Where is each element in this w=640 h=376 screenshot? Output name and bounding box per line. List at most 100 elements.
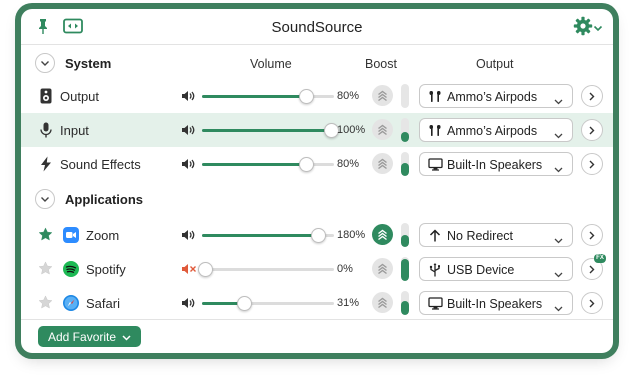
level-meter-fill [401,259,409,281]
output-device-select[interactable]: Built-In Speakers [419,152,573,176]
column-header-output: Output [476,57,514,71]
boost-toggle[interactable] [372,258,393,279]
effects-button[interactable] [581,224,603,246]
effects-button[interactable] [581,153,603,175]
add-favorite-label: Add Favorite [48,329,117,344]
level-meter-fill [401,132,409,142]
volume-speaker-icon[interactable] [181,90,197,105]
zoom-app-icon [63,227,79,243]
unfavorite-star-icon[interactable] [38,295,53,313]
output-device-label: Ammo’s Airpods [447,124,538,138]
volume-slider-knob[interactable] [311,228,327,243]
collapse-system-button[interactable] [35,53,55,73]
level-meter-fill [401,300,409,315]
level-meter-fill [401,162,409,176]
collapse-applications-button[interactable] [35,189,55,209]
airpods-icon [428,124,442,140]
volume-slider-knob[interactable] [198,262,213,277]
row-spotify[interactable]: Spotify 0% USB Device FX [21,252,613,286]
volume-percent: 0% [337,263,353,275]
column-header-boost: Boost [365,57,397,71]
output-device-select[interactable]: No Redirect [419,223,573,247]
settings-menu[interactable] [573,16,603,39]
lightning-icon [38,156,54,175]
level-meter-fill [401,235,409,247]
chevron-down-icon [554,161,563,176]
chevron-down-icon [593,20,603,35]
row-label: Input [60,123,89,138]
level-meter [401,257,409,281]
level-meter [401,118,409,142]
output-device-label: Built-In Speakers [447,297,543,311]
system-section-header: System Volume Boost Output [21,50,613,76]
volume-slider-knob[interactable] [298,89,314,104]
chevron-down-icon [122,330,131,344]
effects-button[interactable] [581,119,603,141]
level-meter [401,223,409,247]
chevron-down-icon [554,93,563,108]
volume-percent: 80% [337,90,360,102]
footer: Add Favorite [21,319,613,353]
gear-icon [573,16,593,39]
output-device-select[interactable]: Built-In Speakers [419,291,573,315]
boost-toggle[interactable] [372,292,393,313]
volume-speaker-icon[interactable] [181,158,197,173]
volume-speaker-icon[interactable] [181,297,197,312]
section-title-system: System [65,56,112,71]
arrow-up-icon [428,229,442,245]
fx-badge: FX [594,254,606,263]
speaker-icon [38,88,54,107]
usb-icon [428,263,442,280]
airpods-icon [428,90,442,106]
row-output[interactable]: Output 80% Ammo’s Airpods [21,79,613,113]
volume-slider[interactable] [202,89,334,104]
volume-speaker-icon[interactable] [181,229,197,244]
volume-slider[interactable] [202,296,334,311]
volume-slider[interactable] [202,123,339,138]
boost-toggle[interactable] [372,119,393,140]
volume-slider-fill [202,234,316,237]
soundsource-window: SoundSource System Volume Boost Output O… [21,9,613,353]
level-meter [401,291,409,315]
favorite-star-icon[interactable] [38,227,53,245]
unfavorite-star-icon[interactable] [38,261,53,279]
output-device-label: Ammo’s Airpods [447,90,538,104]
output-device-select[interactable]: Ammo’s Airpods [419,84,573,108]
add-favorite-button[interactable]: Add Favorite [38,326,142,347]
volume-slider-knob[interactable] [237,296,253,311]
effects-button[interactable] [581,292,603,314]
boost-toggle[interactable] [372,224,393,245]
boost-toggle[interactable] [372,153,393,174]
output-device-label: Built-In Speakers [447,158,543,172]
volume-percent: 80% [337,158,360,170]
title-bar: SoundSource [21,9,613,45]
volume-slider[interactable] [202,157,334,172]
column-header-volume: Volume [250,57,292,71]
row-label: Safari [86,296,120,311]
chevron-down-icon [554,266,563,281]
safari-app-icon [63,295,79,311]
muted-speaker-icon[interactable] [181,263,197,278]
volume-slider[interactable] [198,262,334,277]
chevron-down-icon [554,300,563,315]
row-label: Spotify [86,262,126,277]
row-label: Output [60,89,100,104]
output-device-select[interactable]: USB Device [419,257,573,281]
volume-percent: 31% [337,297,360,309]
volume-speaker-icon[interactable] [181,124,197,139]
volume-slider-knob[interactable] [298,157,314,172]
row-sound-effects[interactable]: Sound Effects 80% Built-In Speakers [21,147,613,181]
volume-slider-fill [202,95,303,98]
row-input[interactable]: Input 100% Ammo’s Airpods [21,113,613,147]
effects-button[interactable] [581,85,603,107]
volume-slider-fill [202,302,242,305]
microphone-icon [38,122,54,141]
row-label: Zoom [86,228,120,243]
row-safari[interactable]: Safari 31% Built-In Speakers [21,286,613,320]
volume-percent: 180% [337,229,366,241]
output-device-select[interactable]: Ammo’s Airpods [419,118,573,142]
boost-toggle[interactable] [372,85,393,106]
volume-slider[interactable] [202,228,334,243]
row-zoom[interactable]: Zoom 180% No Redirect [21,218,613,252]
window-title: SoundSource [271,19,363,36]
